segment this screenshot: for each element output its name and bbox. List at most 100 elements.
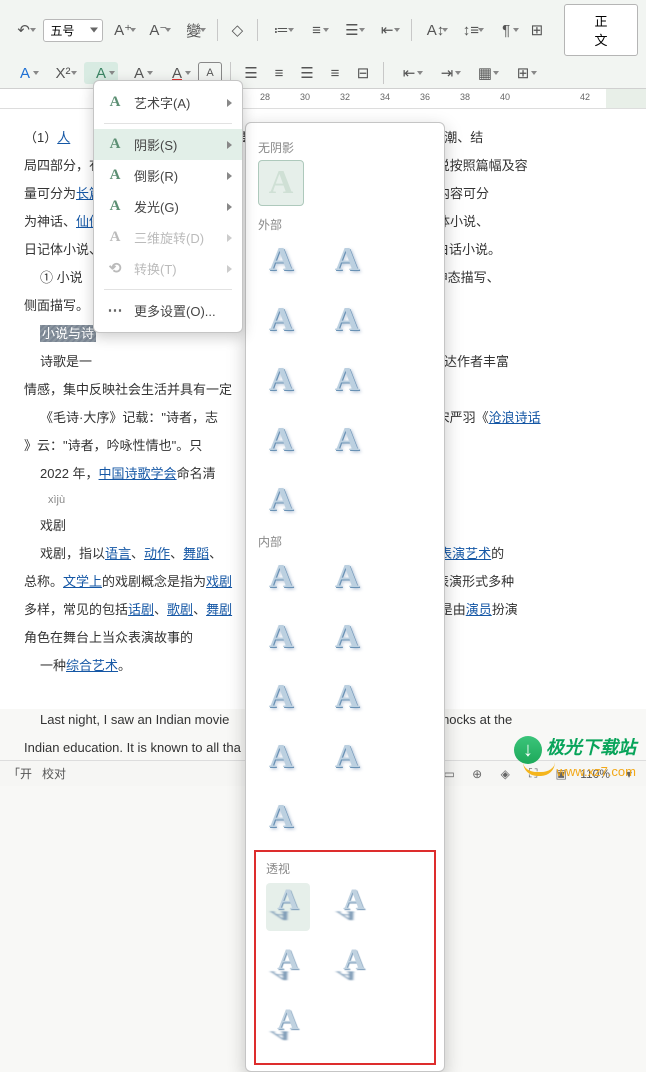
outline-icon[interactable]: ◈ — [496, 765, 514, 783]
menu-more-settings[interactable]: ⋯ 更多设置(O)... — [94, 295, 242, 326]
shading-icon[interactable]: ▦ — [468, 62, 502, 84]
menu-wordart[interactable]: A 艺术字(A) — [94, 87, 242, 118]
clear-format-icon[interactable]: ◇ — [226, 19, 248, 41]
increase-font-icon[interactable]: A⁺ — [107, 19, 138, 41]
shadow-persp-5[interactable]: A — [266, 1003, 310, 1051]
glow-icon: A — [106, 198, 124, 216]
shadow-inner-3[interactable]: A — [258, 614, 304, 660]
text-direction-icon[interactable]: A↕ — [420, 19, 451, 41]
menu-label: 倒影(R) — [134, 166, 178, 185]
sort-icon[interactable]: ⊞ — [526, 19, 548, 41]
link-text[interactable]: 动作 — [144, 546, 170, 561]
text: 一种 — [40, 658, 66, 673]
multilevel-icon[interactable]: ☰ — [336, 19, 367, 41]
shadow-inner-6[interactable]: A — [324, 674, 370, 720]
text-effects-menu: A 艺术字(A) A 阴影(S) A 倒影(R) A 发光(G) A 三维旋转(… — [93, 80, 243, 333]
status-proof[interactable]: 校对 — [42, 765, 66, 782]
shadow-persp-3[interactable]: A — [266, 943, 310, 991]
link-text[interactable]: 话剧 — [128, 602, 154, 617]
transform-icon: ⟲ — [106, 260, 124, 278]
shadow-inner-4[interactable]: A — [324, 614, 370, 660]
distribute-icon[interactable]: ⊟ — [351, 62, 375, 84]
superscript-icon[interactable]: X² — [46, 62, 80, 84]
text: 诗歌是一 — [40, 354, 92, 369]
shadow-outer-6[interactable]: A — [324, 357, 370, 403]
menu-glow[interactable]: A 发光(G) — [94, 191, 242, 222]
align-right-icon[interactable]: ☰ — [295, 62, 319, 84]
ruler-num: 32 — [340, 92, 350, 102]
shadow-persp-2[interactable]: A — [332, 883, 376, 931]
shadow-persp-4[interactable]: A — [332, 943, 376, 991]
section-label: 外部 — [258, 216, 432, 233]
section-label: 透视 — [266, 860, 424, 877]
shadow-outer-4[interactable]: A — [324, 297, 370, 343]
ruler-num: 38 — [460, 92, 470, 102]
shadow-outer-2[interactable]: A — [324, 237, 370, 283]
toolbar: ↶ 五号 A⁺ A⁻ 變 ◇ ≔ ≡ ☰ ⇤ A↕ ↕≡ ¶ ⊞ 正文 A X²… — [0, 0, 646, 89]
shadow-outer-3[interactable]: A — [258, 297, 304, 343]
shadow-inner-2[interactable]: A — [324, 554, 370, 600]
link-text[interactable]: 演员 — [466, 602, 492, 617]
shadow-inner-1[interactable]: A — [258, 554, 304, 600]
undo-button[interactable]: ↶ — [8, 19, 39, 41]
indent-right-icon[interactable]: ⇥ — [430, 62, 464, 84]
style-button[interactable]: 正文 — [564, 4, 638, 56]
shadow-persp-1[interactable]: A — [266, 883, 310, 931]
link-text[interactable]: 中国诗歌学会 — [99, 466, 177, 481]
wordart-icon: A — [106, 94, 124, 112]
link-text[interactable]: 戏剧 — [206, 574, 232, 589]
menu-reflection[interactable]: A 倒影(R) — [94, 160, 242, 191]
shadow-outer-7[interactable]: A — [258, 417, 304, 463]
font-color-A-icon[interactable]: A — [8, 62, 42, 84]
shadow-outer-5[interactable]: A — [258, 357, 304, 403]
ruler-num: 30 — [300, 92, 310, 102]
link-text[interactable]: 综合艺术 — [66, 658, 118, 673]
link-text[interactable]: 人 — [57, 130, 70, 145]
text: 量可分为 — [24, 186, 76, 201]
text: 《毛诗·大序》记载："诗者，志 — [40, 410, 218, 425]
shadow-outer-1[interactable]: A — [258, 237, 304, 283]
shadow-inner-8[interactable]: A — [324, 734, 370, 780]
link-text[interactable]: 歌剧 — [167, 602, 193, 617]
shadow-none[interactable]: A — [258, 160, 304, 206]
link-text[interactable]: 语言 — [105, 546, 131, 561]
shadow-inner-7[interactable]: A — [258, 734, 304, 780]
menu-shadow[interactable]: A 阴影(S) — [94, 129, 242, 160]
borders-icon[interactable]: ⊞ — [506, 62, 540, 84]
section-label: 无阴影 — [258, 139, 432, 156]
decrease-font-icon[interactable]: A⁻ — [143, 19, 174, 41]
line-spacing-icon[interactable]: ↕≡ — [455, 19, 486, 41]
watermark-title: 极光下载站 — [546, 738, 636, 758]
indent-left-icon[interactable]: ⇤ — [392, 62, 426, 84]
link-text[interactable]: 舞剧 — [206, 602, 232, 617]
font-size-dropdown[interactable]: 五号 — [43, 19, 103, 42]
link-text[interactable]: 沧浪诗话 — [489, 410, 541, 425]
status-text: 「开 — [8, 765, 32, 782]
shadow-outer-9[interactable]: A — [258, 477, 304, 523]
shadow-outer-8[interactable]: A — [324, 417, 370, 463]
shadow-panel: 无阴影 A 外部 A A A A A A A A A 内部 A A A A A … — [245, 122, 445, 1072]
link-text[interactable]: 表演艺术 — [439, 546, 491, 561]
bullets-icon[interactable]: ≔ — [265, 19, 296, 41]
section-label: 内部 — [258, 533, 432, 550]
shadow-inner-5[interactable]: A — [258, 674, 304, 720]
indent-icon[interactable]: ⇤ — [372, 19, 403, 41]
web-layout-icon[interactable]: ⊕ — [468, 765, 486, 783]
text: Last night, I saw an Indian movie — [40, 712, 229, 727]
paragraph-icon[interactable]: ¶ — [491, 19, 522, 41]
shadow-inner-9[interactable]: A — [258, 794, 304, 840]
text: （1） — [24, 130, 57, 145]
align-left-icon[interactable]: ☰ — [239, 62, 263, 84]
text: 为神话、 — [24, 214, 76, 229]
link-text[interactable]: 文学上 — [63, 574, 102, 589]
link-text[interactable]: 舞蹈 — [183, 546, 209, 561]
phonetic-icon[interactable]: 變 — [178, 19, 209, 41]
menu-label: 发光(G) — [134, 197, 179, 216]
numbering-icon[interactable]: ≡ — [301, 19, 332, 41]
watermark-logo-icon: ↓ — [514, 736, 542, 764]
shadow-icon: A — [106, 136, 124, 154]
align-center-icon[interactable]: ≡ — [267, 62, 291, 84]
menu-rotate3d: A 三维旋转(D) — [94, 222, 242, 253]
align-justify-icon[interactable]: ≡ — [323, 62, 347, 84]
ruler-num: 34 — [380, 92, 390, 102]
